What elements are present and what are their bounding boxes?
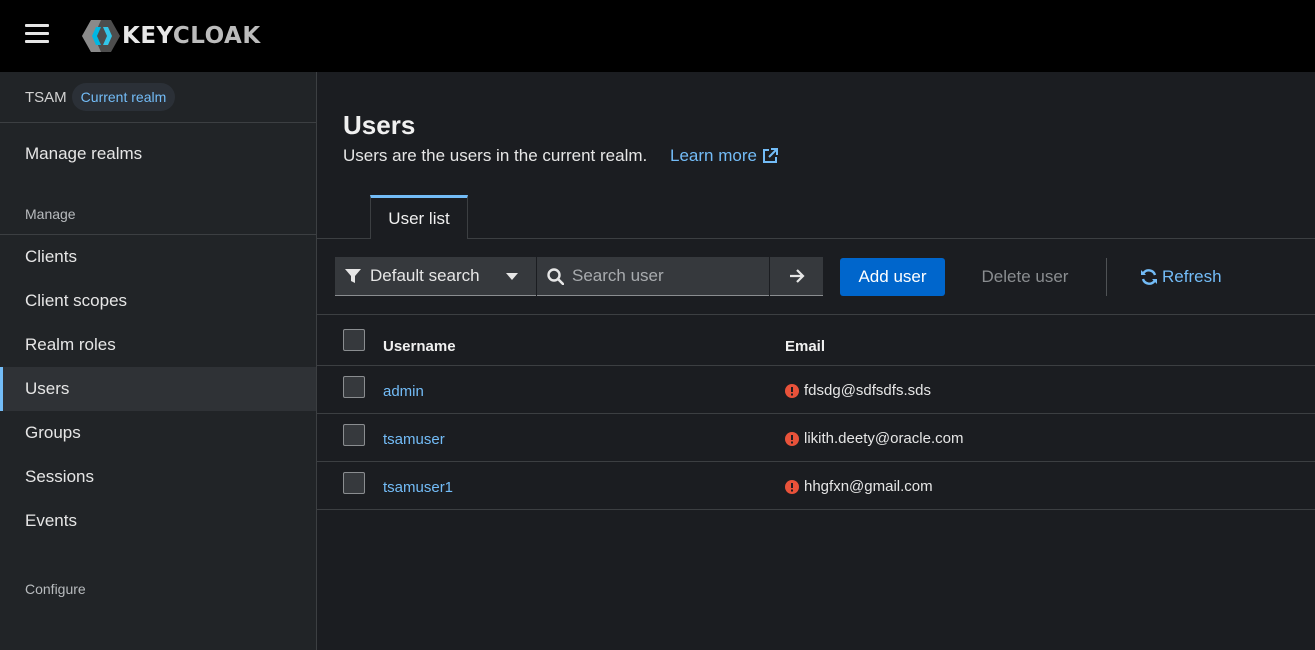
sidebar-item-events[interactable]: Events xyxy=(0,499,316,543)
email-cell: fdsdg@sdfsdfs.sds xyxy=(785,382,931,399)
row-checkbox[interactable] xyxy=(343,424,365,446)
realm-name: TSAM xyxy=(25,88,67,106)
row-checkbox[interactable] xyxy=(343,376,365,398)
add-user-button[interactable]: Add user xyxy=(840,258,945,296)
sidebar-item-users[interactable]: Users xyxy=(0,367,316,411)
section-label-manage: Manage xyxy=(0,185,316,235)
sidebar-item-client-scopes[interactable]: Client scopes xyxy=(0,279,316,323)
learn-more-label: Learn more xyxy=(670,146,757,165)
refresh-icon xyxy=(1141,269,1157,285)
email-cell: hhgfxn@gmail.com xyxy=(785,478,933,495)
sidebar-item-clients[interactable]: Clients xyxy=(0,235,316,279)
search-user-input[interactable] xyxy=(572,266,762,286)
column-header-username[interactable]: Username xyxy=(383,338,456,355)
username-link[interactable]: tsamuser xyxy=(383,431,445,448)
caret-down-icon xyxy=(506,273,518,280)
row-checkbox[interactable] xyxy=(343,472,365,494)
username-link[interactable]: tsamuser1 xyxy=(383,479,453,496)
main-content: Users Users are the users in the current… xyxy=(317,72,1315,650)
sidebar: TSAM Current realm Manage realms Manage … xyxy=(0,72,317,650)
column-header-email: Email xyxy=(785,338,826,355)
delete-user-button[interactable]: Delete user xyxy=(963,258,1087,296)
current-realm-badge: Current realm xyxy=(71,83,176,111)
page-title: Users xyxy=(343,110,416,140)
exclamation-circle-icon xyxy=(785,431,799,446)
email-text: fdsdg@sdfsdfs.sds xyxy=(804,382,931,399)
search-type-label: Default search xyxy=(370,266,480,285)
sidebar-item-manage-realms[interactable]: Manage realms xyxy=(0,123,316,185)
table-row: tsamuser1 hhgfxn@gmail.com xyxy=(317,462,1315,510)
table-header: Username Email xyxy=(317,315,1315,366)
keycloak-logo-icon xyxy=(82,20,120,52)
users-table: Username Email admin fdsdg@sdfsdfs.sds t… xyxy=(317,315,1315,510)
hamburger-icon[interactable] xyxy=(25,24,49,44)
toolbar-separator xyxy=(1106,258,1107,296)
select-all-checkbox[interactable] xyxy=(343,329,365,351)
logo-text-cloak: CLOAK xyxy=(172,23,261,49)
table-row: admin fdsdg@sdfsdfs.sds xyxy=(317,366,1315,414)
email-text: hhgfxn@gmail.com xyxy=(804,478,933,495)
external-link-icon xyxy=(762,148,778,163)
tab-user-list[interactable]: User list xyxy=(370,195,468,239)
search-submit-button[interactable] xyxy=(770,257,823,296)
logo-text: KEYCLOAK xyxy=(122,23,261,49)
exclamation-circle-icon xyxy=(785,383,799,398)
masthead: KEYCLOAK xyxy=(0,0,1315,72)
exclamation-circle-icon xyxy=(785,479,799,494)
realm-selector[interactable]: TSAM Current realm xyxy=(0,72,316,123)
email-text: likith.deety@oracle.com xyxy=(804,430,964,447)
users-toolbar: Default search Add user Delete user xyxy=(317,257,1315,297)
arrow-right-icon xyxy=(789,269,805,283)
search-user-field[interactable] xyxy=(537,257,769,296)
username-link[interactable]: admin xyxy=(383,383,424,400)
sidebar-item-groups[interactable]: Groups xyxy=(0,411,316,455)
logo-text-key: KEY xyxy=(122,23,173,49)
page-description: Users are the users in the current realm… xyxy=(343,146,648,165)
learn-more-link[interactable]: Learn more xyxy=(670,146,779,166)
table-row: tsamuser likith.deety@oracle.com xyxy=(317,414,1315,462)
filter-icon xyxy=(345,269,361,283)
section-label-configure: Configure xyxy=(25,581,86,597)
sidebar-item-realm-roles[interactable]: Realm roles xyxy=(0,323,316,367)
search-type-dropdown[interactable]: Default search xyxy=(335,257,536,296)
keycloak-logo[interactable]: KEYCLOAK xyxy=(82,18,261,54)
search-icon xyxy=(547,267,564,285)
email-cell: likith.deety@oracle.com xyxy=(785,430,963,447)
refresh-label: Refresh xyxy=(1162,267,1222,286)
sidebar-item-sessions[interactable]: Sessions xyxy=(0,455,316,499)
refresh-button[interactable]: Refresh xyxy=(1140,258,1222,296)
